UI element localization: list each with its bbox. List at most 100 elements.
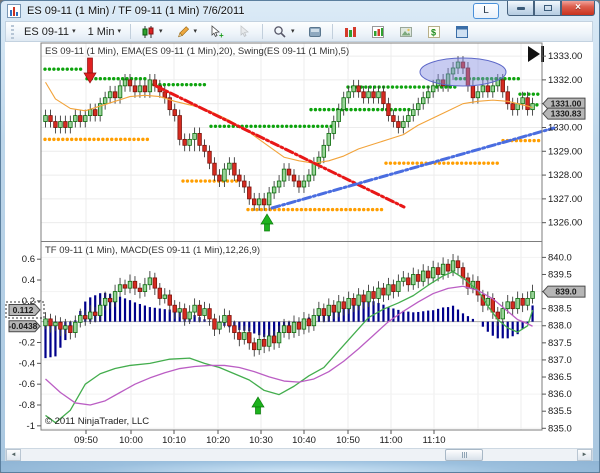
chart-svg[interactable]: 1333.00 1332.00 1331.00 1330.00 1329.00 1328.… xyxy=(5,42,593,448)
swing-low-dots xyxy=(43,138,540,212)
cursor-plus-icon: + xyxy=(209,24,225,39)
strategies-button[interactable] xyxy=(364,23,392,41)
top-panel-label: ES 09-11 (1 Min), EMA(ES 09-11 (1 Min),2… xyxy=(45,46,349,57)
chart-area[interactable]: 1333.00 1332.00 1331.00 1330.00 1329.00 1328.… xyxy=(5,42,593,448)
snapshot-button[interactable] xyxy=(301,23,329,41)
marker-value: 1330.83 xyxy=(551,109,582,119)
close-button[interactable]: × xyxy=(561,1,595,16)
chevron-down-icon: ▾ xyxy=(72,28,76,36)
indicators-button[interactable] xyxy=(336,23,364,41)
cursor-icon xyxy=(237,24,253,39)
toolbar-grip[interactable] xyxy=(11,25,14,39)
up-arrow-marker[interactable] xyxy=(261,214,273,231)
window-title: ES 09-11 (1 Min) / TF 09-11 (1 Min) 7/6/… xyxy=(27,5,244,17)
price-axis-label: 1333.00 xyxy=(548,51,582,62)
instrument-label: ES 09-11 xyxy=(24,26,69,38)
copyright-label: © 2011 NinjaTrader, LLC xyxy=(45,416,149,427)
ellipse-drawing[interactable] xyxy=(420,58,506,86)
scroll-left-button[interactable]: ◄ xyxy=(6,449,21,461)
app-icon xyxy=(7,4,21,18)
close-icon: × xyxy=(575,3,581,13)
chart-window: ES 09-11 (1 Min) / TF 09-11 (1 Min) 7/6/… xyxy=(0,0,600,473)
macd-avg-value-marker: -0.0438 xyxy=(9,321,40,332)
magnifier-icon xyxy=(272,24,288,39)
tf-candlestick-series xyxy=(44,254,535,357)
dollar-icon: $ xyxy=(426,24,442,39)
svg-text:+: + xyxy=(219,31,224,39)
scrollbar-thumb[interactable] xyxy=(445,449,483,461)
cursor-button[interactable] xyxy=(231,23,259,41)
time-axis-label: 11:00 xyxy=(379,435,402,446)
price-axis-label: 835.0 xyxy=(548,423,572,434)
macd-axis-label: -0.4 xyxy=(19,358,35,369)
price-axis-label: 838.0 xyxy=(548,321,572,332)
instrument-selector[interactable]: ES 09-11 ▾ xyxy=(18,23,82,41)
interval-label: 1 Min xyxy=(88,26,115,38)
macd-axis-label: -1 xyxy=(27,421,35,432)
account-data-button[interactable]: $ xyxy=(420,23,448,41)
time-axis-label: 10:10 xyxy=(162,435,186,446)
chart-style-button[interactable]: ▾ xyxy=(134,23,169,41)
time-axis-label: 09:50 xyxy=(74,435,98,446)
macd-axis-label: -0.8 xyxy=(19,400,35,411)
panel-icon xyxy=(307,24,323,39)
macd-axis-label: 0.4 xyxy=(22,275,35,286)
scrollbar-track[interactable] xyxy=(21,449,577,461)
macd-up-arrow-marker[interactable] xyxy=(252,397,264,414)
toolbar: ES 09-11 ▾ 1 Min ▾ ▾ ▾ + xyxy=(5,21,593,42)
indicators-icon xyxy=(342,24,358,39)
time-axis-label: 10:50 xyxy=(336,435,360,446)
price-axis-label: 1332.00 xyxy=(548,75,582,86)
window-bottom-border xyxy=(1,461,599,472)
image-icon xyxy=(398,24,414,39)
minimize-button[interactable] xyxy=(507,1,534,16)
macd-value-marker[interactable]: 0.112 xyxy=(6,302,44,318)
macd-line xyxy=(46,272,533,423)
price-axis-label: 836.0 xyxy=(548,389,572,400)
toolbar-separator xyxy=(332,24,333,39)
chart-image-button[interactable] xyxy=(392,23,420,41)
time-axis-label: 10:20 xyxy=(206,435,230,446)
price-axis-label: 835.5 xyxy=(548,406,572,417)
time-axis-label: 10:00 xyxy=(119,435,143,446)
price-axis-label: 1326.00 xyxy=(548,218,582,229)
price-axis-label: 837.0 xyxy=(548,355,572,366)
marker-value: 839.0 xyxy=(555,287,577,297)
drawing-tools-button[interactable]: ▾ xyxy=(169,23,204,41)
chevron-down-icon: ▾ xyxy=(291,28,295,36)
macd-average-line xyxy=(46,286,533,405)
scroll-right-button[interactable]: ► xyxy=(577,449,592,461)
svg-text:$: $ xyxy=(431,27,436,37)
horizontal-scrollbar: ◄ ► xyxy=(5,448,593,462)
price-axis-label: 840.0 xyxy=(548,252,572,263)
price-axis-label: 839.5 xyxy=(548,269,572,280)
chevron-down-icon: ▾ xyxy=(117,28,121,36)
price-axis-label: 1330.00 xyxy=(548,122,582,133)
window-icon xyxy=(454,24,470,39)
last-price-marker: 1331.00 xyxy=(543,98,585,109)
toolbar-separator xyxy=(262,24,263,39)
price-axis-label: 1329.00 xyxy=(548,146,582,157)
time-axis-label: 10:40 xyxy=(292,435,316,446)
bottom-panel-label: TF 09-11 (1 Min), MACD(ES 09-11 (1 Min),… xyxy=(45,245,260,256)
price-axis-label: 1328.00 xyxy=(548,170,582,181)
price-axis-label: 838.5 xyxy=(548,304,572,315)
price-axis-label: 1327.00 xyxy=(548,194,582,205)
properties-button[interactable] xyxy=(448,23,476,41)
ema-value-marker: 1330.83 xyxy=(543,108,585,119)
zoom-button[interactable]: ▾ xyxy=(266,23,301,41)
cursor-add-button[interactable]: + xyxy=(203,23,231,41)
macd-axis-label: -0.6 xyxy=(19,379,35,390)
maximize-icon xyxy=(544,5,552,11)
candlestick-icon xyxy=(140,24,156,39)
strategy-icon xyxy=(370,24,386,39)
chevron-down-icon: ▾ xyxy=(194,28,198,36)
macd-axis-label: 0.6 xyxy=(22,254,35,265)
interval-selector[interactable]: 1 Min ▾ xyxy=(82,23,127,41)
maximize-button[interactable] xyxy=(534,1,561,16)
time-axis-label: 10:30 xyxy=(249,435,273,446)
minimize-icon xyxy=(517,7,525,10)
marker-value: -0.0438 xyxy=(9,321,38,331)
price-axis-label: 837.5 xyxy=(548,338,572,349)
link-button[interactable]: L xyxy=(473,3,499,19)
